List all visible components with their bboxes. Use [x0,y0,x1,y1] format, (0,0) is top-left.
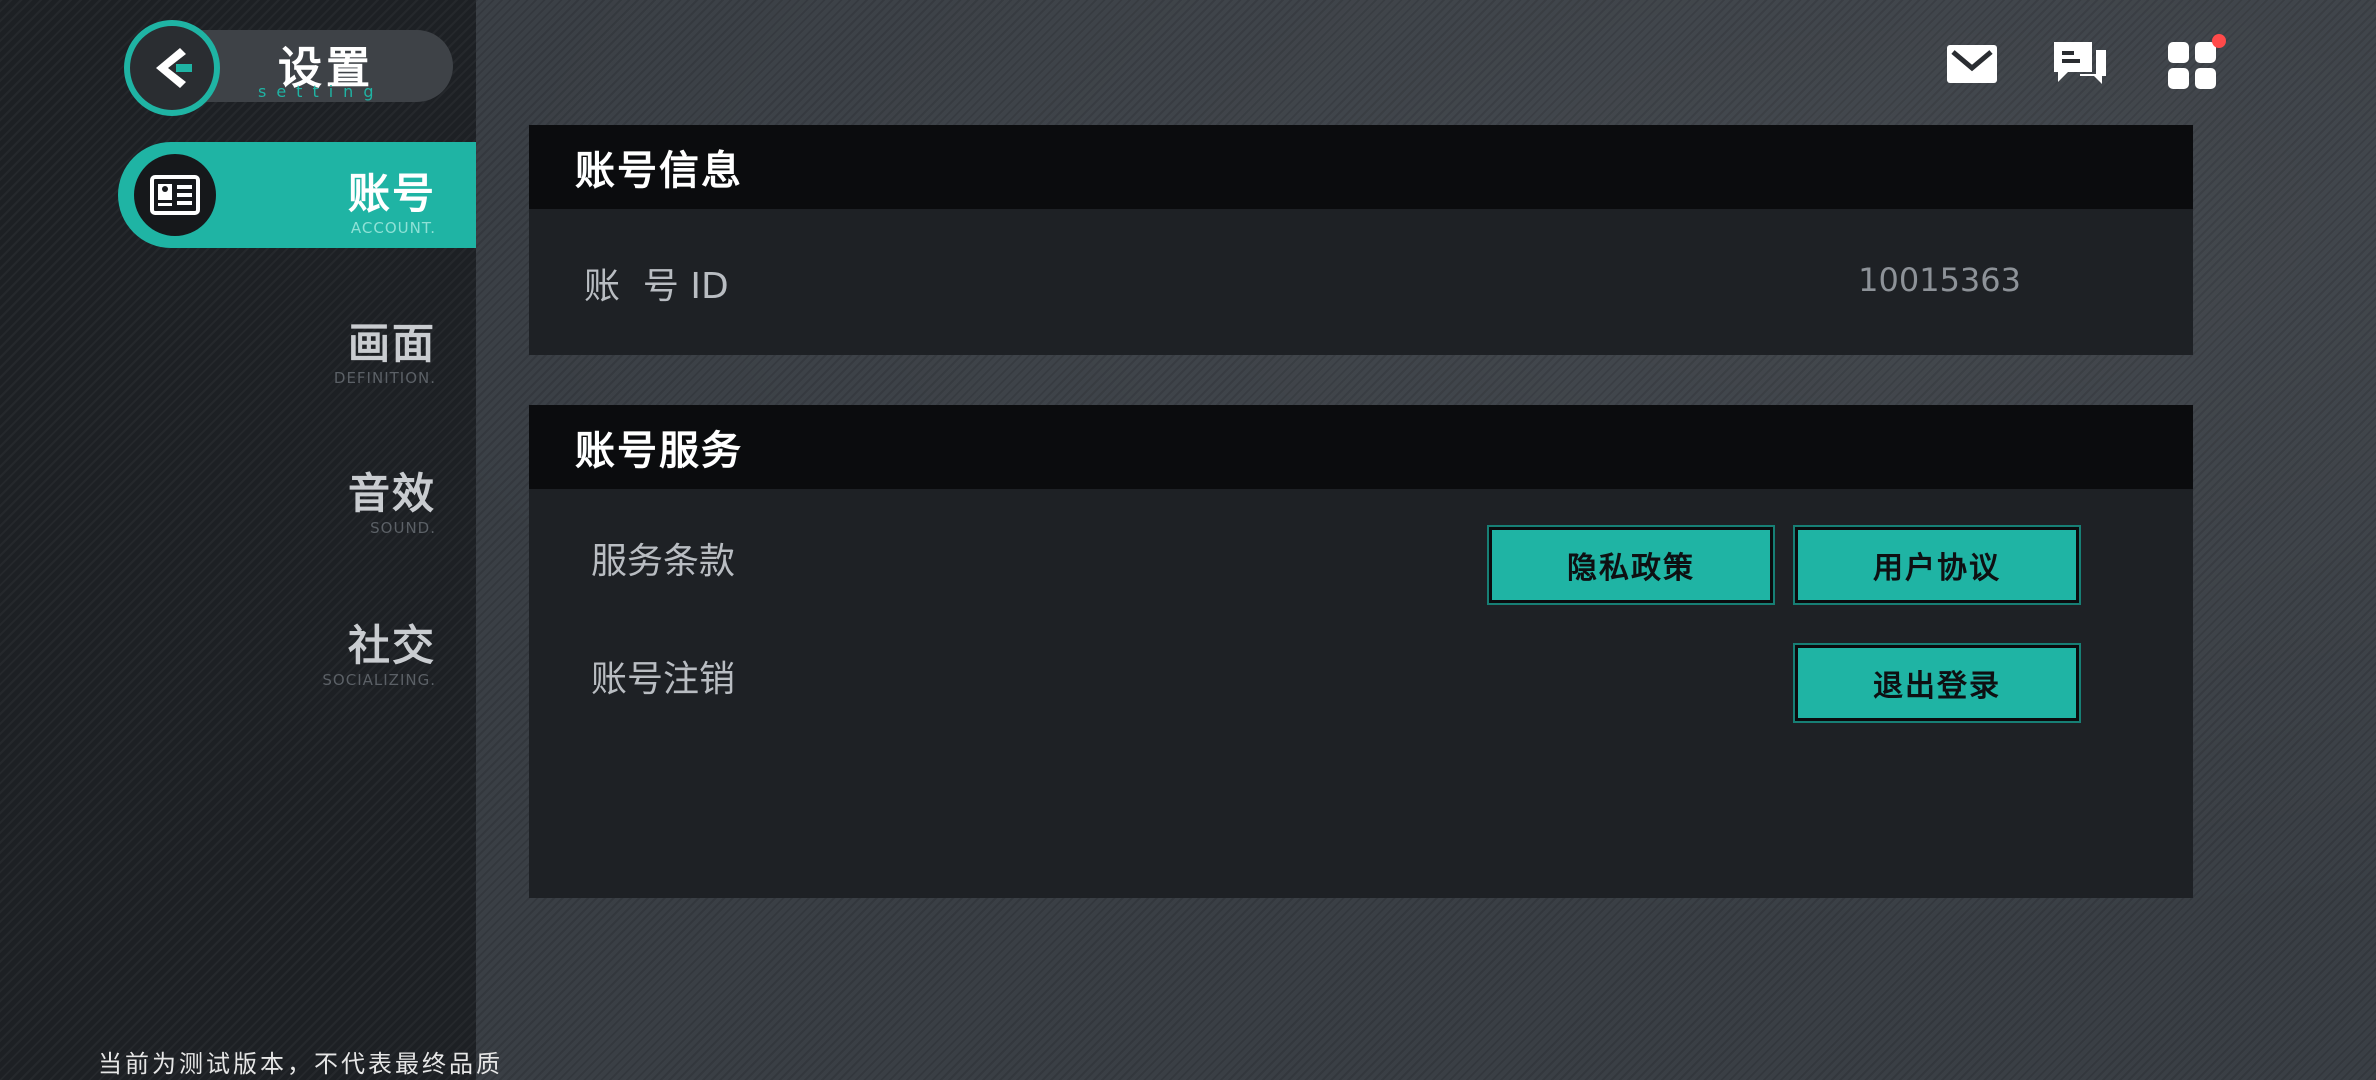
account-info-heading: 账号信息 [575,147,743,194]
sidebar-item-label: 账号 [347,169,436,218]
sidebar-item-account[interactable]: 账号 ACCOUNT. [118,142,476,248]
sidebar-item-socializing[interactable]: 社交 SOCIALIZING. [322,612,436,689]
chat-button[interactable] [2050,36,2106,92]
chevron-left-icon [156,48,192,88]
account-id-value: 10015363 [1858,261,2021,299]
mail-icon [1947,45,1997,83]
sidebar-item-label: 音效 [347,469,436,518]
apps-button[interactable] [2164,34,2226,92]
sidebar-item-sublabel: DEFINITION. [333,369,436,387]
account-service-panel: 账号服务 服务条款 隐私政策 用户协议 账号注销 退出登录 [529,405,2193,898]
sidebar-item-sound[interactable]: 音效 SOUND. [348,460,436,537]
chat-icon [2054,42,2106,84]
logout-button[interactable]: 退出登录 [1793,643,2081,723]
sidebar-item-sublabel: SOCIALIZING. [322,671,436,689]
panel-header: 账号信息 [529,125,2193,209]
sidebar-item-label: 社交 [347,621,436,670]
test-version-watermark: 当前为测试版本，不代表最终品质 [98,1050,503,1078]
user-agreement-button[interactable]: 用户协议 [1793,525,2081,605]
mail-button[interactable] [1944,36,2000,92]
terms-of-service-label: 服务条款 [591,541,736,582]
sidebar-item-definition[interactable]: 画面 DEFINITION. [334,310,436,387]
back-button[interactable] [124,20,220,116]
id-card-icon [134,154,216,236]
privacy-policy-button[interactable]: 隐私政策 [1487,525,1775,605]
panel-header: 账号服务 [529,405,2193,489]
account-id-label: 账 号 ID [584,266,729,307]
page-subtitle: setting [258,82,384,101]
apps-icon [2168,42,2216,89]
sidebar-item-sublabel: ACCOUNT. [350,219,436,237]
sidebar-item-label: 画面 [347,319,436,368]
account-info-panel: 账号信息 账 号 ID 10015363 [529,125,2193,355]
sidebar: 设置 setting 账号 ACCOUNT. 画面 DEFINITION. 音效… [0,0,500,1080]
account-deregister-label: 账号注销 [591,659,736,700]
notification-badge [2212,34,2226,48]
account-service-heading: 账号服务 [575,427,743,474]
sidebar-item-sublabel: SOUND. [370,519,436,537]
